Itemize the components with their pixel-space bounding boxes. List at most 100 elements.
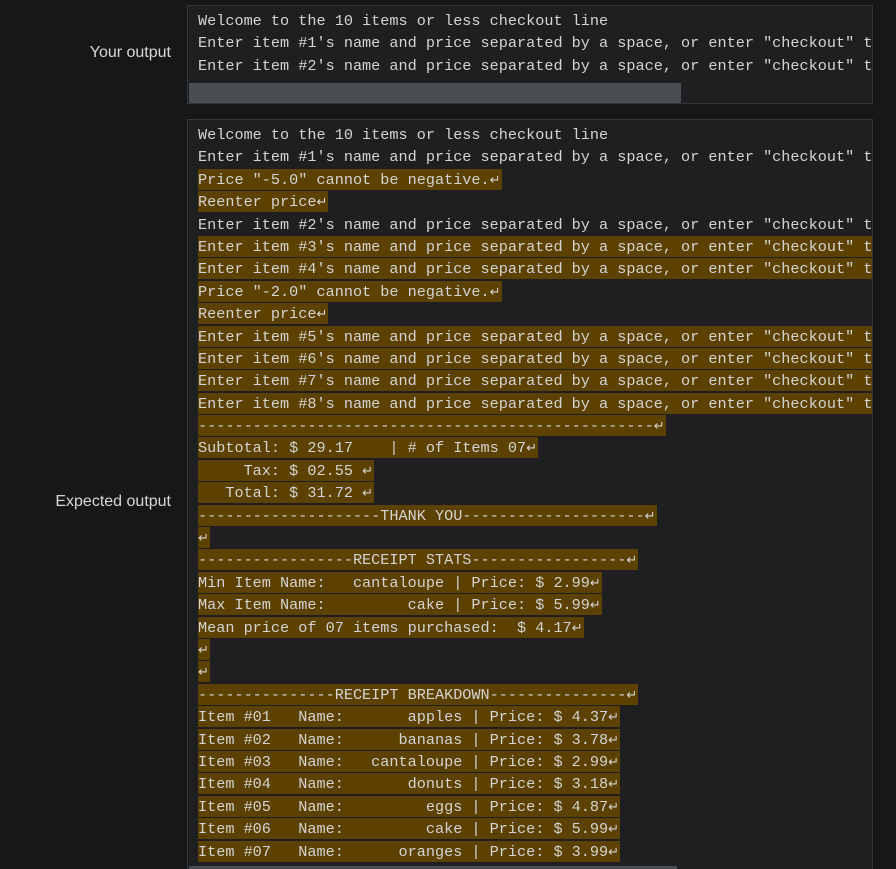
- return-icon: ↵: [198, 531, 209, 547]
- expected-output-line-content: Welcome to the 10 items or less checkout…: [198, 126, 609, 144]
- expected-output-line-content: Item #06 Name: cake | Price: $ 5.99: [198, 820, 609, 839]
- expected-output-line-content: Max Item Name: cake | Price: $ 5.99: [198, 596, 590, 615]
- return-icon: ↵: [608, 710, 620, 726]
- return-icon: ↵: [316, 307, 328, 323]
- return-icon: ↵: [362, 463, 373, 479]
- expected-output-line-text: ↵: [198, 527, 210, 549]
- expected-output-line: Enter item #3's name and price separated…: [198, 235, 872, 258]
- expected-output-line-content: Item #04 Name: donuts | Price: $ 3.18: [198, 775, 609, 794]
- expected-output-line-content: Item #03 Name: cantaloupe | Price: $ 2.9…: [198, 752, 609, 771]
- expected-output-line: Enter item #7's name and price separated…: [198, 370, 872, 392]
- your-output-scrollbar[interactable]: [189, 83, 871, 103]
- expected-output-line: Tax: $ 02.55 ↵: [198, 459, 872, 482]
- your-output-line-content: Enter item #1's name and price separated…: [198, 34, 873, 53]
- expected-output-line-text: Welcome to the 10 items or less checkout…: [198, 124, 609, 145]
- return-icon: ↵: [362, 486, 373, 502]
- expected-output-line-text: Enter item #4's name and price separated…: [198, 258, 872, 280]
- expected-output-line-content: Item #01 Name: apples | Price: $ 4.37: [198, 708, 609, 727]
- expected-output-line-content: Item #07 Name: oranges | Price: $ 3.99: [198, 842, 609, 861]
- expected-output-line: Item #04 Name: donuts | Price: $ 3.18↵: [198, 773, 872, 795]
- your-output-line-text: Welcome to the 10 items or less checkout…: [198, 10, 609, 31]
- expected-output-line-content: Reenter price: [198, 193, 317, 212]
- return-icon: ↵: [489, 284, 501, 300]
- expected-output-line: Item #01 Name: apples | Price: $ 4.37↵: [198, 706, 872, 728]
- expected-output-line-text: Enter item #5's name and price separated…: [198, 325, 872, 347]
- expected-output-line: Total: $ 31.72 ↵: [198, 482, 872, 504]
- expected-output-line-content: Subtotal: $ 29.17 | # of Items 07: [198, 439, 527, 458]
- return-icon: ↵: [608, 844, 620, 860]
- expected-output-line-content: -----------------RECEIPT STATS----------…: [198, 551, 627, 570]
- expected-output-line-text: ----------------------------------------…: [198, 415, 666, 437]
- expected-output-line-content: Reenter price: [198, 305, 317, 324]
- expected-output-line: Item #03 Name: cantaloupe | Price: $ 2.9…: [198, 750, 872, 773]
- your-output-line: Enter item #1's name and price separated…: [198, 32, 873, 54]
- return-icon: ↵: [626, 687, 638, 703]
- return-icon: ↵: [526, 441, 538, 457]
- expected-output-line-content: Price "-5.0" cannot be negative.: [198, 170, 490, 189]
- expected-output-label: Expected output: [55, 493, 171, 510]
- expected-output-line-text: Item #03 Name: cantaloupe | Price: $ 2.9…: [198, 750, 621, 772]
- expected-output-line-content: Min Item Name: cantaloupe | Price: $ 2.9…: [198, 573, 590, 592]
- expected-output-line-text: ---------------RECEIPT BREAKDOWN--------…: [198, 683, 639, 705]
- your-output-panel: Welcome to the 10 items or less checkout…: [187, 5, 873, 104]
- expected-output-line: Enter item #4's name and price separated…: [198, 258, 872, 280]
- expected-output-line-text: Tax: $ 02.55 ↵: [198, 459, 374, 481]
- return-icon: ↵: [608, 754, 620, 770]
- your-output-line: Welcome to the 10 items or less checkout…: [198, 10, 872, 32]
- return-icon: ↵: [653, 419, 665, 435]
- expected-output-line: Item #05 Name: eggs | Price: $ 4.87↵: [198, 795, 872, 818]
- expected-output-line-text: Enter item #2's name and price separated…: [198, 214, 873, 235]
- expected-output-line: Max Item Name: cake | Price: $ 5.99↵: [198, 594, 872, 616]
- expected-output-line: Enter item #1's name and price separated…: [198, 146, 873, 168]
- your-output-line: Enter item #2's name and price separated…: [198, 55, 873, 77]
- expected-output-line-text: Mean price of 07 items purchased: $ 4.17…: [198, 616, 584, 638]
- expected-output-line-text: ↵: [198, 638, 210, 660]
- expected-output-line-text: --------------------THANK YOU-----------…: [198, 504, 657, 526]
- your-output-line-content: Enter item #2's name and price separated…: [198, 56, 873, 75]
- your-output-line-content: Welcome to the 10 items or less checkout…: [198, 12, 609, 30]
- expected-output-line-content: Enter item #1's name and price separated…: [198, 148, 873, 167]
- expected-output-line-text: Enter item #8's name and price separated…: [198, 392, 872, 414]
- expected-output-line-content: Enter item #2's name and price separated…: [198, 215, 873, 234]
- expected-output-line-content: Mean price of 07 items purchased: $ 4.17: [198, 618, 572, 637]
- return-icon: ↵: [571, 620, 583, 636]
- expected-output-line-text: Price "-5.0" cannot be negative.↵: [198, 168, 502, 190]
- expected-output-line-text: Item #02 Name: bananas | Price: $ 3.78↵: [198, 728, 621, 750]
- expected-output-line-text: Reenter price↵: [198, 303, 329, 325]
- expected-output-line-content: ----------------------------------------…: [198, 417, 654, 436]
- return-icon: ↵: [608, 822, 620, 838]
- expected-output-line: Item #06 Name: cake | Price: $ 5.99↵: [198, 818, 872, 840]
- expected-output-line: ↵: [198, 527, 872, 549]
- return-icon: ↵: [626, 553, 638, 569]
- return-icon: ↵: [589, 598, 601, 614]
- expected-output-line: ↵: [198, 638, 872, 661]
- your-output-line-text: Enter item #1's name and price separated…: [198, 32, 873, 53]
- return-icon: ↵: [608, 777, 620, 793]
- expected-output-line-text: ↵: [198, 661, 210, 683]
- expected-output-line-text: Price "-2.0" cannot be negative.↵: [198, 280, 502, 302]
- expected-output-line: Enter item #2's name and price separated…: [198, 214, 873, 236]
- expected-output-line: Enter item #5's name and price separated…: [198, 325, 872, 348]
- expected-output-line-content: ---------------RECEIPT BREAKDOWN--------…: [198, 685, 627, 704]
- expected-output-line: -----------------RECEIPT STATS----------…: [198, 549, 872, 571]
- return-icon: ↵: [198, 642, 209, 658]
- expected-output-line-text: Min Item Name: cantaloupe | Price: $ 2.9…: [198, 571, 602, 593]
- expected-output-line-text: Item #04 Name: donuts | Price: $ 3.18↵: [198, 773, 621, 795]
- expected-output-line-content: Enter item #6's name and price separated…: [198, 349, 873, 368]
- return-icon: ↵: [644, 508, 656, 524]
- expected-output-line-text: Item #01 Name: apples | Price: $ 4.37↵: [198, 706, 621, 728]
- expected-output-line-content: Total: $ 31.72: [198, 484, 363, 503]
- expected-output-line-text: Enter item #1's name and price separated…: [198, 146, 873, 167]
- expected-output-line-content: Tax: $ 02.55: [198, 461, 363, 480]
- return-icon: ↵: [489, 172, 501, 188]
- your-output-scroll-thumb[interactable]: [189, 83, 681, 103]
- return-icon: ↵: [316, 195, 328, 211]
- expected-output-line-text: Enter item #7's name and price separated…: [198, 370, 872, 392]
- return-icon: ↵: [608, 799, 620, 815]
- expected-output-line: Item #02 Name: bananas | Price: $ 3.78↵: [198, 728, 872, 751]
- expected-output-line: Mean price of 07 items purchased: $ 4.17…: [198, 616, 872, 639]
- expected-output-lines: Welcome to the 10 items or less checkout…: [198, 124, 873, 863]
- expected-output-line: ↵: [198, 661, 872, 683]
- expected-output-line-content: Item #02 Name: bananas | Price: $ 3.78: [198, 730, 609, 749]
- expected-output-line: Enter item #8's name and price separated…: [198, 392, 872, 415]
